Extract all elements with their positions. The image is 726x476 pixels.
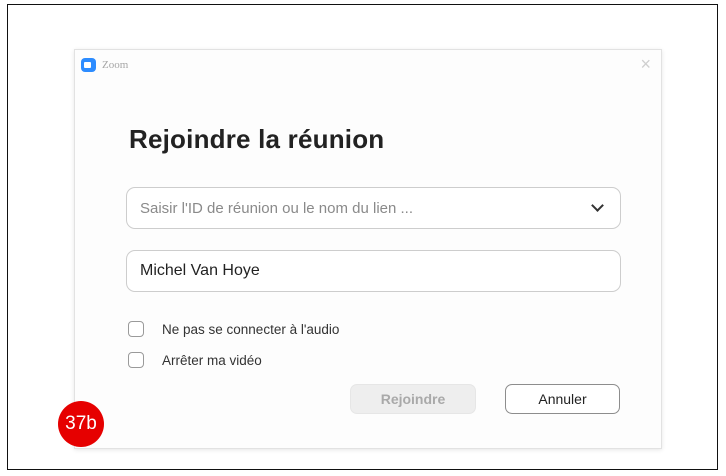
no-audio-label: Ne pas se connecter à l'audio [162, 321, 340, 337]
join-button[interactable]: Rejoindre [350, 384, 476, 414]
option-stop-video[interactable]: Arrêter ma vidéo [128, 350, 262, 370]
stop-video-label: Arrêter ma vidéo [162, 352, 262, 368]
display-name-field[interactable] [126, 250, 621, 292]
stop-video-checkbox[interactable] [128, 352, 144, 368]
title-bar: Zoom × [75, 50, 661, 80]
no-audio-checkbox[interactable] [128, 321, 144, 337]
figure-frame: Zoom × Rejoindre la réunion Ne pas se co… [7, 4, 718, 470]
close-icon[interactable]: × [640, 54, 651, 74]
dialog-heading: Rejoindre la réunion [129, 124, 385, 154]
zoom-logo-icon [81, 58, 96, 72]
meeting-id-combobox[interactable] [126, 187, 621, 229]
join-meeting-dialog: Zoom × Rejoindre la réunion Ne pas se co… [74, 49, 662, 449]
window-title: Zoom [102, 59, 129, 71]
option-no-audio[interactable]: Ne pas se connecter à l'audio [128, 319, 339, 339]
chevron-down-icon[interactable] [591, 199, 604, 212]
display-name-input[interactable] [140, 251, 580, 291]
meeting-id-input[interactable] [140, 188, 580, 228]
annotation-badge: 37b [58, 401, 104, 447]
cancel-button[interactable]: Annuler [505, 384, 620, 414]
